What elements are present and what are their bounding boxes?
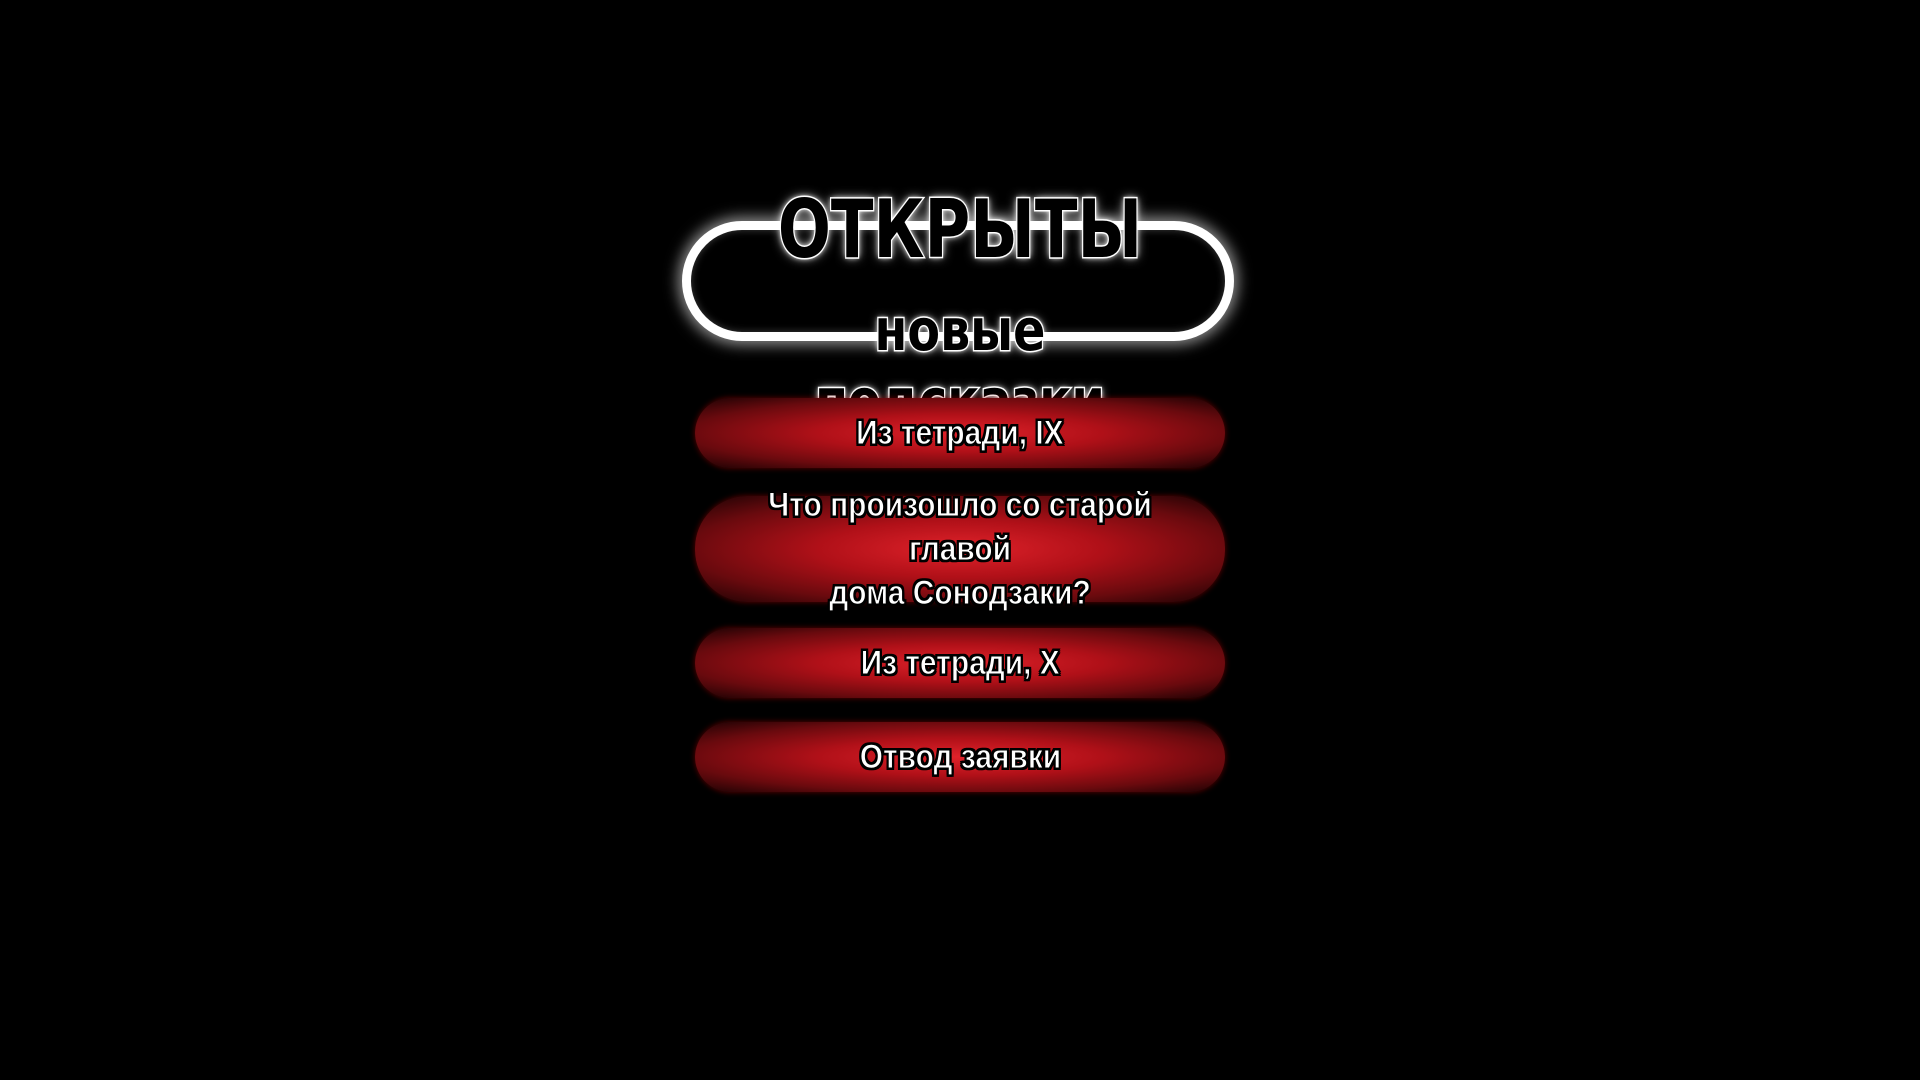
hint-label: Что произошло со старой главой дома Соно… xyxy=(768,486,1152,613)
hint-button-application-withdrawal[interactable]: Отвод заявки xyxy=(695,722,1225,792)
banner-title: ОТКРЫТЫ xyxy=(777,183,1144,276)
hint-button-sonozaki-head[interactable]: Что произошло со старой главой дома Соно… xyxy=(695,486,1225,613)
hint-list: Из тетради, IX Что произошло со старой г… xyxy=(695,398,1225,792)
hint-label: Отвод заявки xyxy=(859,738,1061,777)
hint-label: Из тетради, IX xyxy=(856,414,1064,453)
hint-button-notebook-x[interactable]: Из тетради, X xyxy=(695,628,1225,698)
hint-button-notebook-ix[interactable]: Из тетради, IX xyxy=(695,398,1225,468)
new-hints-banner: ОТКРЫТЫ новые подсказки xyxy=(670,183,1250,436)
hint-label: Из тетради, X xyxy=(860,644,1060,683)
